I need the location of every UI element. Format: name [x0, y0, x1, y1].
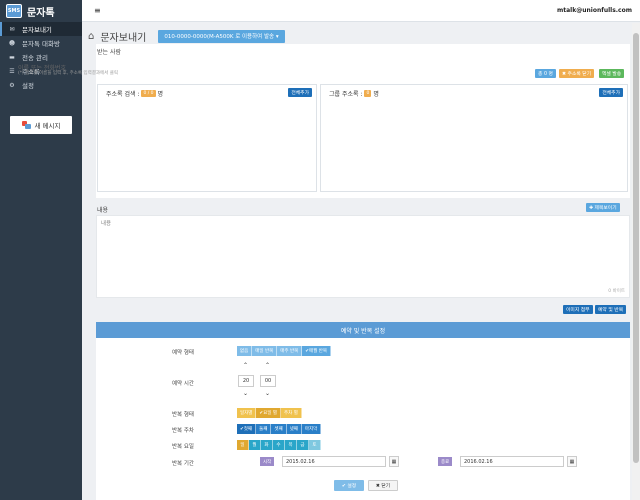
address-search-panel: 주소록 검색 : 0 / 0 명 전체추가	[97, 84, 317, 192]
group-address-title: 그룹 주소록 : 0 명	[329, 90, 379, 98]
sender-number-button[interactable]: 010-0000-0000(M-A500K 로 이용하여 발송 ▾	[158, 29, 285, 43]
home-icon: ⌂	[88, 30, 95, 42]
repeat-type-label: 반복 형태	[172, 412, 194, 418]
address-add-all-button[interactable]: 전체추가	[288, 88, 312, 97]
reservation-panel	[96, 338, 630, 500]
group-count-badge: 0	[364, 90, 372, 97]
reserve-repeat-button[interactable]: 예약 및 반복	[595, 305, 627, 314]
repeat-day-thu[interactable]: 목	[285, 440, 297, 450]
new-message-button[interactable]: 새 메시지	[10, 116, 72, 134]
repeat-day-sun[interactable]: 일	[237, 440, 249, 450]
byte-count: 0 바이트	[608, 289, 625, 294]
minute-down-icon[interactable]: ⌄	[265, 390, 270, 397]
repeat-week-group: ✔첫째 둘째 셋째 넷째 마지막	[237, 424, 322, 434]
repeat-week-first[interactable]: ✔첫째	[237, 424, 257, 434]
reservation-type-label: 예약 형태	[172, 350, 194, 356]
repeat-day-sat[interactable]: 토	[309, 440, 321, 450]
new-message-label: 새 메시지	[34, 122, 61, 130]
logo-icon: SMS	[6, 4, 22, 18]
minute-up-icon[interactable]: ⌃	[265, 362, 270, 369]
repeat-week-third[interactable]: 셋째	[271, 424, 287, 434]
sidebar-item-label: 문자톡 대화방	[22, 40, 60, 48]
repeat-period-label: 반복 기간	[172, 461, 194, 467]
user-email[interactable]: mtalk@unionfulls.com	[557, 7, 632, 14]
repeat-week-second[interactable]: 둘째	[256, 424, 272, 434]
excel-send-button[interactable]: 엑셀 발송	[599, 69, 625, 78]
folder-icon: ▬	[9, 53, 15, 61]
repeat-day-group: 일 월 화 수 목 금 토	[237, 440, 321, 450]
address-count-badge: 0 / 0	[141, 90, 156, 97]
start-tag: 시작	[260, 457, 275, 466]
sidebar-item-label: 전송 관리	[22, 54, 48, 62]
hour-up-icon[interactable]: ⌃	[243, 362, 248, 369]
reservation-type-weekly[interactable]: 매주 반복	[277, 346, 303, 356]
addressbook-close-button[interactable]: ✖ 주소록 닫기	[559, 69, 595, 78]
repeat-day-fri[interactable]: 금	[297, 440, 309, 450]
repeat-week-label: 반복 주차	[172, 428, 194, 434]
page-title: 문자보내기	[100, 32, 147, 44]
message-textarea[interactable]: 내용 0 바이트	[96, 215, 630, 298]
reservation-type-daily[interactable]: 매일 반복	[252, 346, 278, 356]
repeat-type-group: 일자별 ✔요일 별 주차 별	[237, 408, 302, 418]
minute-input[interactable]: 00	[260, 375, 276, 387]
repeat-day-label: 반복 요일	[172, 444, 194, 450]
group-address-panel: 그룹 주소록 : 0 명 전체추가	[320, 84, 628, 192]
sidebar-item-send[interactable]: ✉ 문자보내기	[0, 22, 82, 36]
message-placeholder: 내용	[101, 221, 112, 227]
confirm-settings-button[interactable]: ✔ 설정	[334, 480, 364, 491]
show-subject-button[interactable]: ✚ 제목보이기	[586, 203, 620, 212]
app-name: 문자톡	[27, 7, 55, 19]
reservation-time-label: 예약 시간	[172, 381, 194, 387]
list-icon: ☰	[9, 67, 15, 75]
topbar: ≡ mtalk@unionfulls.com	[82, 0, 640, 22]
hour-down-icon[interactable]: ⌄	[243, 390, 248, 397]
end-tag: 종료	[438, 457, 453, 466]
repeat-week-last[interactable]: 마지막	[301, 424, 322, 434]
address-search-title: 주소록 검색 : 0 / 0 명	[106, 90, 164, 98]
repeat-day-wed[interactable]: 수	[273, 440, 285, 450]
app-root: SMS 문자톡 ✉ 문자보내기 ☻ 문자톡 대화방 ▬ 전송 관리 ☰ 주소록 …	[0, 0, 640, 500]
sidebar-item-label: 설정	[22, 82, 34, 90]
sidebar-item-history[interactable]: ▬ 전송 관리	[0, 50, 82, 64]
recipient-count-button[interactable]: 총 0 명	[535, 69, 556, 78]
end-date-input[interactable]: 2016.02.16	[460, 456, 564, 467]
page-scrollbar[interactable]	[632, 23, 640, 500]
reservation-type-monthly[interactable]: ✔매월 반복	[302, 346, 332, 356]
gear-icon: ⚙	[9, 81, 15, 89]
recipients-label: 받는 사람	[97, 49, 121, 56]
sidebar-item-chat[interactable]: ☻ 문자톡 대화방	[0, 36, 82, 50]
send-icon: ✉	[9, 25, 15, 33]
start-date-input[interactable]: 2015.02.16	[282, 456, 386, 467]
menu-toggle-icon[interactable]: ≡	[94, 6, 101, 15]
reservation-type-group: 없음 매일 반복 매주 반복 ✔매월 반복	[237, 346, 332, 356]
repeat-day-tue[interactable]: 화	[261, 440, 273, 450]
close-settings-button[interactable]: ✖ 닫기	[368, 480, 398, 491]
recipient-hint: (*) 입력할 이름을 입력 후, 주소록 입력결과에서 클릭	[18, 71, 119, 76]
hour-input[interactable]: 20	[238, 375, 254, 387]
sidebar-item-settings[interactable]: ⚙ 설정	[0, 78, 82, 92]
app-logo[interactable]: SMS 문자톡	[0, 0, 82, 22]
reservation-type-none[interactable]: 없음	[237, 346, 253, 356]
group-add-all-button[interactable]: 전체추가	[599, 88, 623, 97]
repeat-type-date[interactable]: 일자별	[237, 408, 257, 418]
page-header: ⌂ 문자보내기 010-0000-0000(M-A500K 로 이용하여 발송 …	[88, 28, 285, 44]
scrollbar-thumb[interactable]	[633, 33, 639, 463]
sidebar-item-label: 문자보내기	[22, 26, 52, 34]
repeat-type-weekday[interactable]: ✔요일 별	[256, 408, 282, 418]
reservation-header: 예약 및 반복 설정	[96, 322, 630, 338]
image-attach-button[interactable]: 이미지 첨부	[563, 305, 593, 314]
repeat-type-week[interactable]: 주차 별	[281, 408, 302, 418]
message-label: 내용	[97, 207, 109, 214]
repeat-day-mon[interactable]: 월	[249, 440, 261, 450]
end-calendar-icon[interactable]: ▦	[567, 456, 577, 467]
repeat-week-fourth[interactable]: 넷째	[286, 424, 302, 434]
chat-icon: ☻	[8, 39, 16, 47]
new-message-icon	[21, 121, 31, 129]
start-calendar-icon[interactable]: ▦	[389, 456, 399, 467]
